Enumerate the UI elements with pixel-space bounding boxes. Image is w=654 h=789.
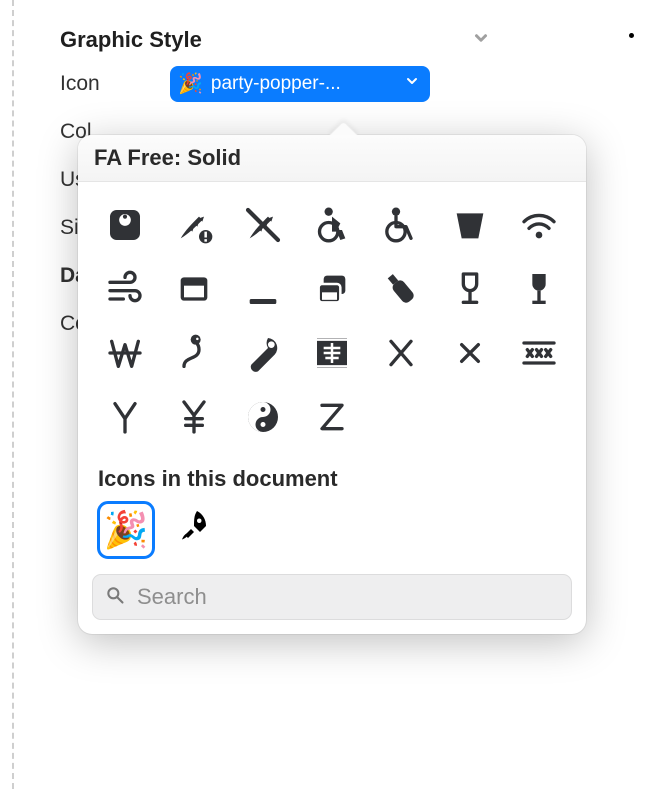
whiskey-glass-icon[interactable] — [442, 200, 497, 250]
chevron-down-icon — [404, 73, 420, 95]
wine-glass-icon[interactable] — [511, 264, 566, 314]
window-maximize-icon[interactable] — [167, 264, 222, 314]
icon-row-label: Icon — [60, 72, 170, 96]
party-popper-icon: 🎉 — [104, 509, 149, 551]
icon-picker-popover: FA Free: Solid — [78, 135, 586, 634]
x-icon[interactable] — [373, 328, 428, 378]
wine-glass-empty-icon[interactable] — [442, 264, 497, 314]
y-icon[interactable] — [98, 392, 153, 442]
party-popper-icon: 🎉 — [178, 74, 203, 94]
wheelchair-move-icon[interactable] — [305, 200, 360, 250]
wifi-icon[interactable] — [511, 200, 566, 250]
xmarks-lines-icon[interactable] — [511, 328, 566, 378]
icon-select-value: party-popper-... — [211, 73, 396, 95]
wheat-alert-icon[interactable] — [167, 200, 222, 250]
icon-search-field[interactable] — [92, 574, 572, 620]
window-restore-icon[interactable] — [305, 264, 360, 314]
yin-yang-icon[interactable] — [236, 392, 291, 442]
window-minimize-icon[interactable] — [236, 264, 291, 314]
won-sign-icon[interactable] — [98, 328, 153, 378]
yen-sign-icon[interactable] — [167, 392, 222, 442]
xmark-icon[interactable] — [442, 328, 497, 378]
document-icons-header: Icons in this document — [78, 452, 586, 502]
icon-select-dropdown[interactable]: 🎉 party-popper-... — [170, 66, 430, 102]
collapse-chevron-icon[interactable] — [472, 29, 490, 52]
x-ray-icon[interactable] — [305, 328, 360, 378]
wheelchair-icon[interactable] — [373, 200, 428, 250]
wrench-icon[interactable] — [236, 328, 291, 378]
worm-icon[interactable] — [167, 328, 222, 378]
wheat-slash-icon[interactable] — [236, 200, 291, 250]
search-input[interactable] — [135, 583, 559, 611]
wind-icon[interactable] — [98, 264, 153, 314]
section-title: Graphic Style — [60, 27, 202, 53]
search-icon — [105, 585, 125, 610]
icon-library-title: FA Free: Solid — [94, 145, 570, 171]
doc-icon-rocket[interactable] — [166, 502, 222, 558]
wine-bottle-icon[interactable] — [373, 264, 428, 314]
weight-scale-icon[interactable] — [98, 200, 153, 250]
icon-grid — [78, 182, 586, 452]
z-icon[interactable] — [305, 392, 360, 442]
document-edge — [12, 0, 14, 789]
decorative-dot — [629, 33, 634, 38]
rocket-icon — [176, 508, 212, 553]
doc-icon-party-popper[interactable]: 🎉 — [98, 502, 154, 558]
